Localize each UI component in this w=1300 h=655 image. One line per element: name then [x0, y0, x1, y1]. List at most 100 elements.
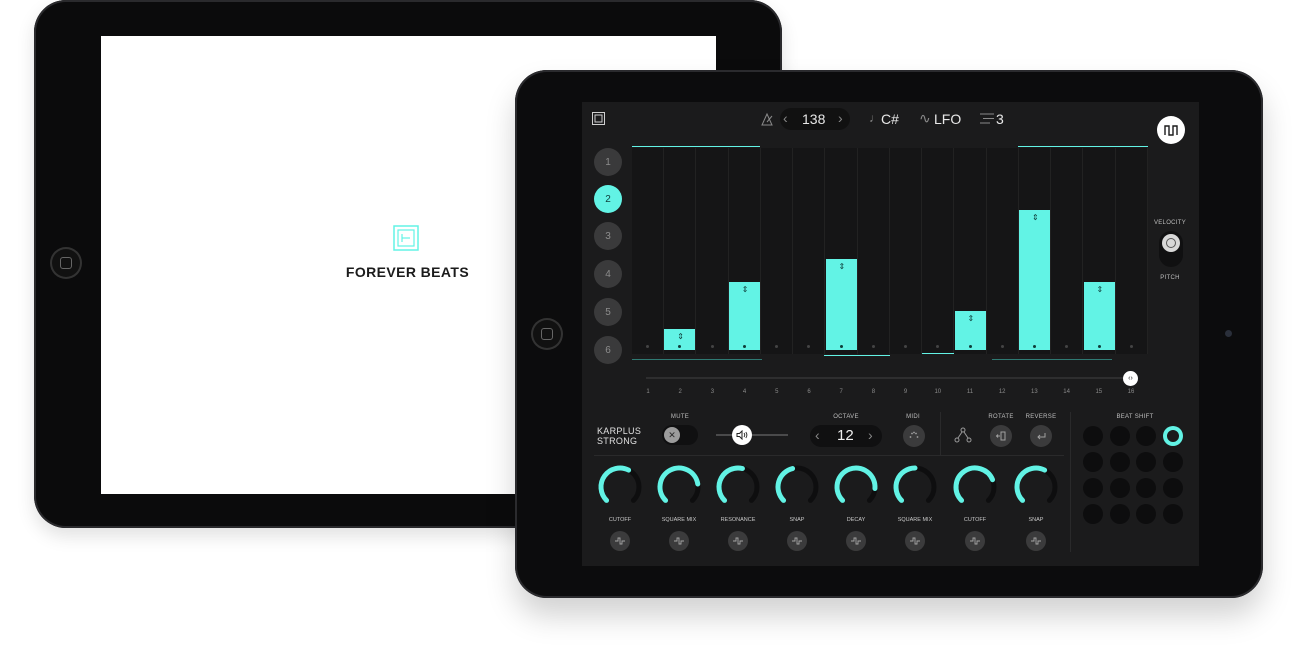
lfo-modulation-button[interactable]: [1026, 531, 1046, 551]
drag-handle-icon[interactable]: ⇕: [839, 263, 846, 271]
step-column[interactable]: [664, 148, 697, 354]
step-column[interactable]: [858, 148, 890, 354]
beat-shift-pad[interactable]: [1109, 478, 1130, 498]
octave-increase-button[interactable]: ›: [868, 427, 873, 443]
step-number: 9: [903, 389, 908, 395]
beat-shift-pad-active[interactable]: [1163, 426, 1183, 446]
step-column[interactable]: [761, 148, 793, 354]
knob-value-arc: [834, 465, 878, 503]
beat-shift-pad[interactable]: [1083, 452, 1103, 472]
lfo-modulation-button[interactable]: [610, 531, 630, 551]
pattern-mode-button[interactable]: [1157, 116, 1185, 144]
track-button-6[interactable]: 6: [594, 336, 622, 364]
lfo-modulation-button[interactable]: [965, 531, 985, 551]
parameter-knob[interactable]: [773, 463, 821, 511]
lfo-modulation-button[interactable]: [787, 531, 807, 551]
mute-toggle[interactable]: ✕: [662, 425, 698, 445]
parameter-knob[interactable]: [951, 463, 999, 511]
velocity-bar[interactable]: ⇕: [825, 259, 857, 350]
parameter-knob[interactable]: [1012, 463, 1060, 511]
steps-value[interactable]: 3: [996, 111, 1004, 127]
step-column[interactable]: [987, 148, 1019, 354]
drag-handle-icon[interactable]: ⇕: [1032, 214, 1039, 222]
beat-shift-pad[interactable]: [1136, 478, 1156, 498]
step-column[interactable]: [697, 148, 729, 354]
rotate-label: ROTATE: [988, 414, 1014, 420]
beat-shift-pad[interactable]: [1136, 452, 1156, 472]
beat-shift-pad[interactable]: [1109, 504, 1130, 524]
lfo-modulation-button[interactable]: [669, 531, 689, 551]
reverse-button[interactable]: [1030, 425, 1052, 447]
pattern-range-line-right: [1018, 146, 1148, 147]
parameter-knob[interactable]: [891, 463, 939, 511]
beat-shift-pad[interactable]: [1162, 452, 1183, 472]
tempo-increase-button[interactable]: ›: [838, 110, 843, 126]
beat-shift-pad[interactable]: [1109, 426, 1130, 446]
length-slider-handle[interactable]: ‹›: [1123, 371, 1138, 386]
tempo-decrease-button[interactable]: ‹: [783, 110, 788, 126]
drag-handle-icon[interactable]: ⇕: [677, 333, 684, 341]
drag-handle-icon[interactable]: ⇕: [742, 286, 749, 294]
lfo-modulation-button[interactable]: [905, 531, 925, 551]
lfo-modulation-button[interactable]: [728, 531, 748, 551]
drag-handle-icon[interactable]: ⇕: [1097, 286, 1104, 294]
velocity-bar[interactable]: ⇕: [728, 282, 760, 350]
velocity-bar[interactable]: ⇕: [1019, 210, 1050, 350]
step-column[interactable]: [1116, 148, 1148, 354]
velocity-bar[interactable]: ⇕: [1083, 282, 1115, 350]
lfo-wave-icon: [674, 537, 684, 545]
beat-shift-pad[interactable]: [1162, 478, 1183, 498]
step-column[interactable]: [632, 148, 664, 354]
track-button-2[interactable]: 2: [594, 185, 622, 213]
key-selector[interactable]: C#: [881, 111, 899, 127]
menu-logo-icon[interactable]: [592, 112, 605, 125]
step-column[interactable]: [1051, 148, 1084, 354]
parameter-knob[interactable]: [655, 463, 703, 511]
metronome-icon[interactable]: [760, 112, 774, 126]
step-column[interactable]: [793, 148, 826, 354]
lfo-wave-icon: [970, 537, 980, 545]
rotate-button[interactable]: [990, 425, 1012, 447]
step-dot: [646, 345, 649, 348]
track-button-1[interactable]: 1: [594, 148, 622, 176]
rotate-icon: [995, 431, 1006, 441]
velocity-label: VELOCITY: [1153, 220, 1187, 226]
beat-shift-pad[interactable]: [1109, 452, 1130, 472]
beat-shift-pad[interactable]: [1083, 504, 1103, 524]
section-divider: [594, 455, 1064, 456]
drag-handle-icon[interactable]: ⇕: [968, 315, 975, 323]
beat-shift-pad[interactable]: [1136, 426, 1156, 446]
volume-slider-handle[interactable]: [732, 425, 752, 445]
step-number: 1: [646, 389, 650, 395]
knob-value-arc: [598, 465, 632, 503]
parameter-knob[interactable]: [832, 463, 880, 511]
instrument-name[interactable]: KARPLUS STRONG: [597, 426, 641, 446]
step-column[interactable]: [922, 148, 955, 354]
beat-shift-pad[interactable]: [1083, 478, 1103, 498]
midi-button[interactable]: [903, 425, 925, 447]
lfo-button[interactable]: LFO: [934, 111, 961, 127]
reverse-icon: [1037, 433, 1046, 440]
beat-shift-pad[interactable]: [1136, 504, 1156, 524]
beat-shift-pad[interactable]: [1083, 426, 1103, 446]
step-dot: [775, 345, 778, 348]
step-number: 8: [871, 389, 876, 395]
velocity-pitch-toggle[interactable]: [1159, 231, 1183, 267]
parameter-knob[interactable]: [714, 463, 762, 511]
step-dot: [1097, 345, 1101, 348]
step-dot: [904, 345, 907, 348]
beat-shift-pad[interactable]: [1162, 504, 1183, 524]
speaker-icon: [736, 430, 748, 440]
step-dot: [1033, 345, 1036, 348]
modulation-line-4: [992, 359, 1112, 360]
track-button-3[interactable]: 3: [594, 222, 622, 250]
knob-label: SNAP: [789, 517, 805, 523]
lfo-modulation-button[interactable]: [846, 531, 866, 551]
track-button-5[interactable]: 5: [594, 298, 622, 326]
parameter-knob[interactable]: [596, 463, 644, 511]
octave-decrease-button[interactable]: ‹: [815, 427, 820, 443]
step-column[interactable]: [890, 148, 922, 354]
track-button-4[interactable]: 4: [594, 260, 622, 288]
share-nodes-icon[interactable]: [954, 427, 972, 443]
toggle-knob: [1162, 234, 1180, 252]
